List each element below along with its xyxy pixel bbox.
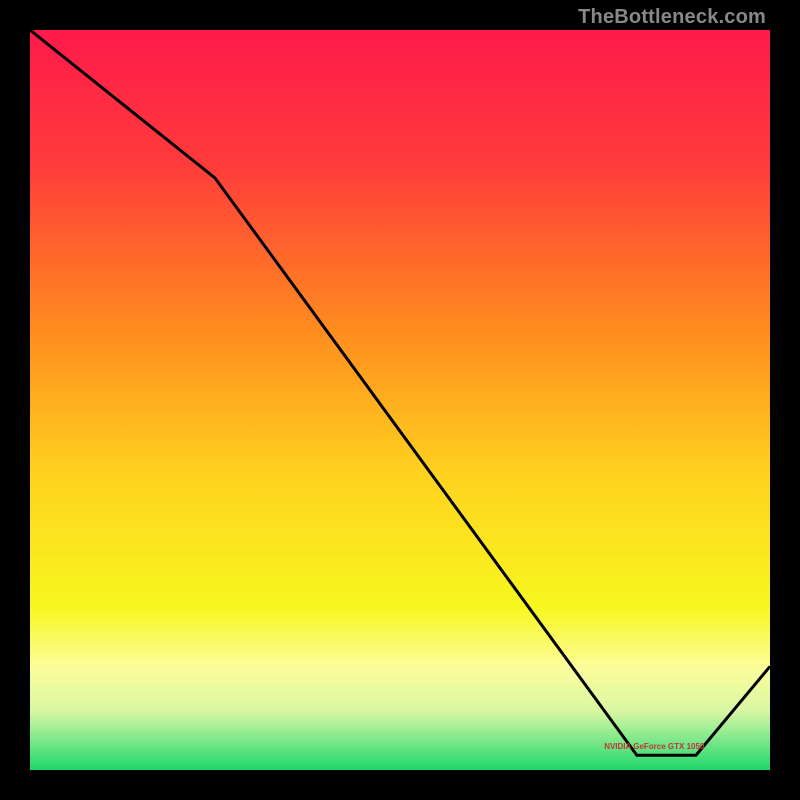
watermark-text: TheBottleneck.com <box>578 6 766 29</box>
gpu-annotation: NVIDIA GeForce GTX 1050 <box>604 742 704 751</box>
gradient-background <box>30 30 770 770</box>
bottleneck-chart <box>30 30 770 770</box>
chart-frame: NVIDIA GeForce GTX 1050 <box>30 30 770 770</box>
